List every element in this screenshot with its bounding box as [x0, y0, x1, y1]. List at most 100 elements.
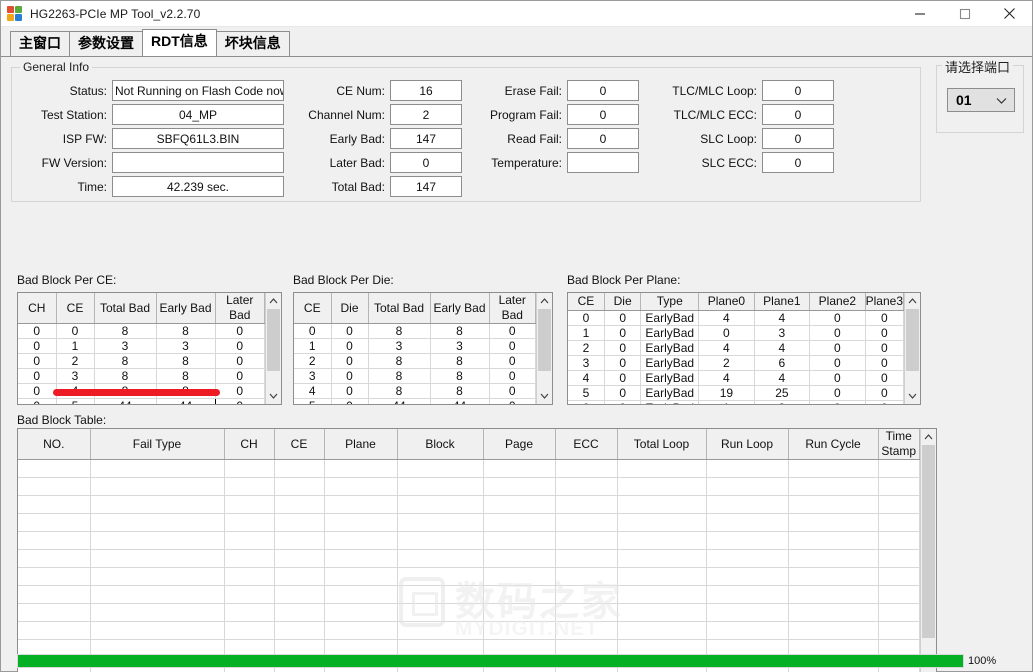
table-cell[interactable]	[224, 513, 275, 532]
table-cell[interactable]: 6	[754, 355, 811, 371]
table-cell[interactable]	[555, 567, 618, 586]
table-cell[interactable]	[878, 459, 920, 478]
column-header[interactable]: NO.	[18, 429, 91, 460]
table-cell[interactable]	[617, 549, 707, 568]
table-cell[interactable]: 8	[368, 383, 431, 399]
table-row[interactable]: 01330	[18, 338, 265, 354]
table-cell[interactable]	[788, 495, 879, 514]
table-cell[interactable]	[788, 513, 879, 532]
table-cell[interactable]: 8	[156, 323, 216, 339]
table-cell[interactable]: 8	[156, 353, 216, 369]
table-cell[interactable]: 8	[368, 323, 431, 339]
scroll-track[interactable]	[921, 445, 936, 672]
table-cell[interactable]: 0	[18, 398, 57, 404]
table-cell[interactable]	[555, 495, 618, 514]
table-cell[interactable]: 0	[809, 400, 866, 404]
table-cell[interactable]: EarlyBad	[640, 355, 700, 371]
table-cell[interactable]: EarlyBad	[640, 340, 700, 356]
table-cell[interactable]	[706, 513, 789, 532]
table-cell[interactable]: 0	[215, 323, 265, 339]
table-cell[interactable]	[706, 621, 789, 640]
table-cell[interactable]: 5	[568, 385, 605, 401]
scroll-up-icon[interactable]	[537, 293, 552, 309]
table-row[interactable]: 3 0 EarlyBad 2 6 0 0	[568, 355, 905, 371]
table-cell[interactable]	[788, 477, 879, 496]
table-cell[interactable]	[483, 621, 556, 640]
table-cell[interactable]	[483, 585, 556, 604]
scroll-thumb[interactable]	[906, 309, 919, 371]
slc-loop-input[interactable]: 0	[762, 128, 834, 149]
table-row[interactable]: 10330	[294, 338, 536, 354]
table-cell[interactable]: 0	[489, 353, 536, 369]
table-cell[interactable]: 3	[430, 338, 490, 354]
table-cell[interactable]	[617, 477, 707, 496]
table-row[interactable]: 0544440	[18, 398, 265, 404]
table-cell[interactable]	[18, 621, 91, 640]
table-cell[interactable]	[397, 477, 484, 496]
table-cell[interactable]	[274, 549, 325, 568]
tlc-mlc-ecc-input[interactable]: 0	[762, 104, 834, 125]
table-cell[interactable]: 3	[294, 368, 332, 384]
table-cell[interactable]	[555, 459, 618, 478]
table-cell[interactable]: 0	[489, 338, 536, 354]
scroll-up-icon[interactable]	[905, 293, 920, 309]
table-row[interactable]	[18, 621, 920, 640]
column-header[interactable]: CE	[294, 293, 332, 324]
column-header[interactable]: Early Bad	[156, 293, 216, 324]
scroll-track[interactable]	[537, 309, 552, 388]
table-cell[interactable]	[878, 603, 920, 622]
column-header[interactable]: Total Loop	[617, 429, 707, 460]
table-cell[interactable]: 0	[865, 325, 905, 341]
table-cell[interactable]	[18, 549, 91, 568]
column-header[interactable]: Fail Type	[90, 429, 225, 460]
table-cell[interactable]	[397, 459, 484, 478]
table-cell[interactable]	[90, 549, 225, 568]
table-cell[interactable]: 1	[294, 338, 332, 354]
table-cell[interactable]: 1	[568, 325, 605, 341]
table-cell[interactable]	[617, 495, 707, 514]
table-row[interactable]: 03880	[18, 368, 265, 384]
table-cell[interactable]: 3	[94, 338, 157, 354]
table-cell[interactable]	[483, 459, 556, 478]
table-cell[interactable]	[18, 567, 91, 586]
table-cell[interactable]: 0	[294, 323, 332, 339]
table-cell[interactable]: 44	[94, 398, 157, 404]
table-cell[interactable]: 4	[568, 370, 605, 386]
table-cell[interactable]: 4	[754, 310, 811, 326]
table-cell[interactable]	[397, 549, 484, 568]
table-cell[interactable]	[706, 585, 789, 604]
table-cell[interactable]: EarlyBad	[640, 310, 700, 326]
table-cell[interactable]: 5	[294, 398, 332, 404]
table-cell[interactable]: 0	[604, 355, 642, 371]
bad-block-table-scrollbar[interactable]	[920, 429, 936, 672]
table-cell[interactable]: 0	[215, 383, 265, 399]
table-cell[interactable]	[274, 531, 325, 550]
column-header[interactable]: Later Bad	[489, 293, 536, 324]
table-cell[interactable]: 0	[215, 353, 265, 369]
table-cell[interactable]	[555, 585, 618, 604]
table-cell[interactable]: 0	[215, 398, 265, 404]
bad-block-per-die-grid[interactable]: CE Die Total Bad Early Bad Later Bad 0088010…	[293, 292, 553, 405]
column-header[interactable]: Time Stamp	[878, 429, 920, 460]
table-cell[interactable]: 0	[604, 400, 642, 404]
total-bad-input[interactable]: 147	[390, 176, 462, 197]
table-cell[interactable]	[224, 531, 275, 550]
table-cell[interactable]	[397, 585, 484, 604]
table-row[interactable]: 02880	[18, 353, 265, 369]
tlc-mlc-loop-input[interactable]: 0	[762, 80, 834, 101]
table-cell[interactable]: 0	[215, 338, 265, 354]
column-header[interactable]: Run Cycle	[788, 429, 879, 460]
table-row[interactable]: 1 0 EarlyBad 0 3 0 0	[568, 325, 905, 341]
tab-main-window[interactable]: 主窗口	[10, 31, 70, 56]
column-header[interactable]: Die	[331, 293, 369, 324]
table-cell[interactable]: 2	[294, 353, 332, 369]
table-cell[interactable]	[90, 531, 225, 550]
table-cell[interactable]: 8	[156, 368, 216, 384]
table-cell[interactable]: 8	[430, 383, 490, 399]
table-cell[interactable]	[617, 567, 707, 586]
table-row[interactable]	[18, 495, 920, 514]
table-cell[interactable]: 0	[604, 310, 642, 326]
table-cell[interactable]: 0	[331, 368, 369, 384]
table-cell[interactable]: 1	[698, 400, 755, 404]
table-cell[interactable]: 3	[156, 338, 216, 354]
